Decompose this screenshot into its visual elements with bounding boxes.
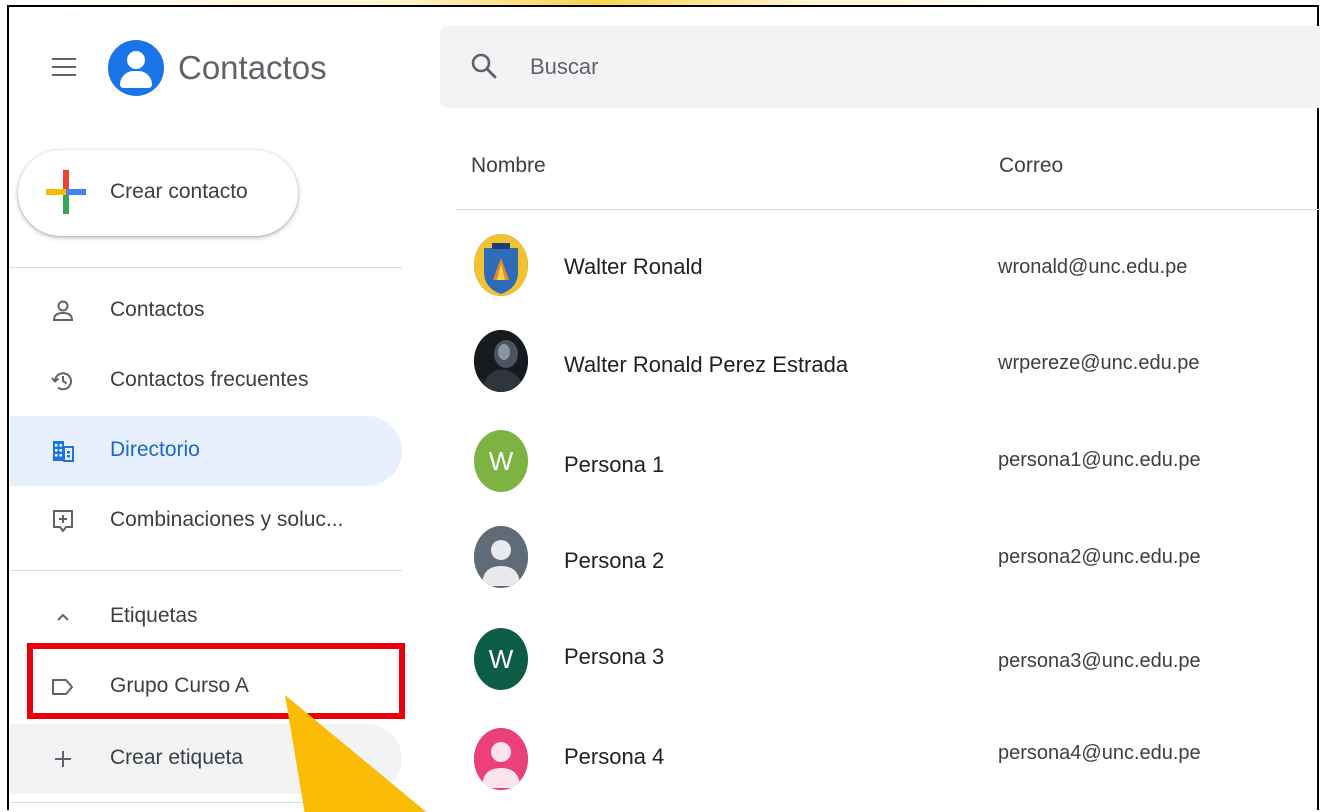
contact-email: persona3@unc.edu.pe	[998, 650, 1201, 672]
table-header-divider	[456, 209, 1320, 210]
sidebar-item-combinaciones[interactable]: Combinaciones y soluc...	[10, 486, 402, 556]
domain-icon	[53, 441, 74, 462]
avatar: W	[474, 628, 528, 690]
contact-email: wrpereze@unc.edu.pe	[998, 352, 1200, 374]
sidebar-divider	[10, 570, 402, 571]
avatar	[474, 728, 528, 790]
pointer-arrow-annotation	[285, 695, 427, 812]
avatar	[474, 330, 528, 392]
colorful-plus-icon	[46, 170, 86, 214]
sidebar-item-directorio[interactable]: Directorio	[10, 416, 402, 486]
sidebar-item-label: Contactos	[110, 298, 205, 321]
table-row[interactable]: Persona 4 persona4@unc.edu.pe	[456, 710, 1320, 806]
avatar	[474, 234, 528, 296]
table-row[interactable]: W Persona 3 persona3@unc.edu.pe	[456, 610, 1320, 706]
search-icon[interactable]	[470, 52, 498, 80]
contact-name: Persona 4	[564, 744, 665, 769]
create-label-text: Crear etiqueta	[110, 746, 244, 769]
contact-name: Persona 2	[564, 548, 665, 573]
contact-name: Persona 3	[564, 644, 665, 669]
search-input[interactable]	[530, 52, 1230, 82]
sidebar-item-contactos-frecuentes[interactable]: Contactos frecuentes	[10, 346, 402, 416]
sidebar-item-label: Contactos frecuentes	[110, 368, 309, 391]
person-icon	[52, 300, 74, 321]
chevron-up-icon	[57, 613, 69, 621]
table-row[interactable]: Walter Ronald Perez Estrada wrpereze@unc…	[456, 312, 1320, 408]
labels-section-title: Etiquetas	[110, 604, 198, 627]
table-row[interactable]: W Persona 1 persona1@unc.edu.pe	[456, 412, 1320, 508]
main-menu-icon[interactable]	[52, 58, 76, 78]
contact-name: Walter Ronald	[564, 254, 703, 279]
avatar	[474, 526, 528, 588]
contact-email: persona1@unc.edu.pe	[998, 449, 1201, 471]
sidebar-divider	[10, 267, 402, 268]
sidebar-item-label: Combinaciones y soluc...	[110, 508, 344, 531]
column-header-nombre[interactable]: Nombre	[471, 154, 546, 178]
create-contact-label: Crear contacto	[110, 180, 248, 203]
contact-email: persona2@unc.edu.pe	[998, 546, 1201, 568]
table-row[interactable]: Persona 2 persona2@unc.edu.pe	[456, 508, 1320, 604]
plus-icon	[55, 751, 71, 767]
sidebar-item-label: Directorio	[110, 438, 200, 461]
column-header-correo[interactable]: Correo	[999, 154, 1063, 178]
contact-name: Walter Ronald Perez Estrada	[564, 352, 849, 377]
contact-email: wronald@unc.edu.pe	[998, 256, 1188, 278]
table-row[interactable]: Walter Ronald wronald@unc.edu.pe	[456, 218, 1320, 314]
contact-email: persona4@unc.edu.pe	[998, 742, 1201, 764]
contact-name: Persona 1	[564, 452, 665, 477]
avatar: W	[474, 430, 528, 492]
history-icon	[51, 372, 72, 391]
labels-section-toggle[interactable]: Etiquetas	[10, 582, 402, 648]
merge-icon	[53, 510, 73, 533]
sidebar-item-contactos[interactable]: Contactos	[10, 276, 402, 346]
app-title: Contactos	[178, 49, 327, 86]
contacts-logo	[108, 40, 164, 96]
